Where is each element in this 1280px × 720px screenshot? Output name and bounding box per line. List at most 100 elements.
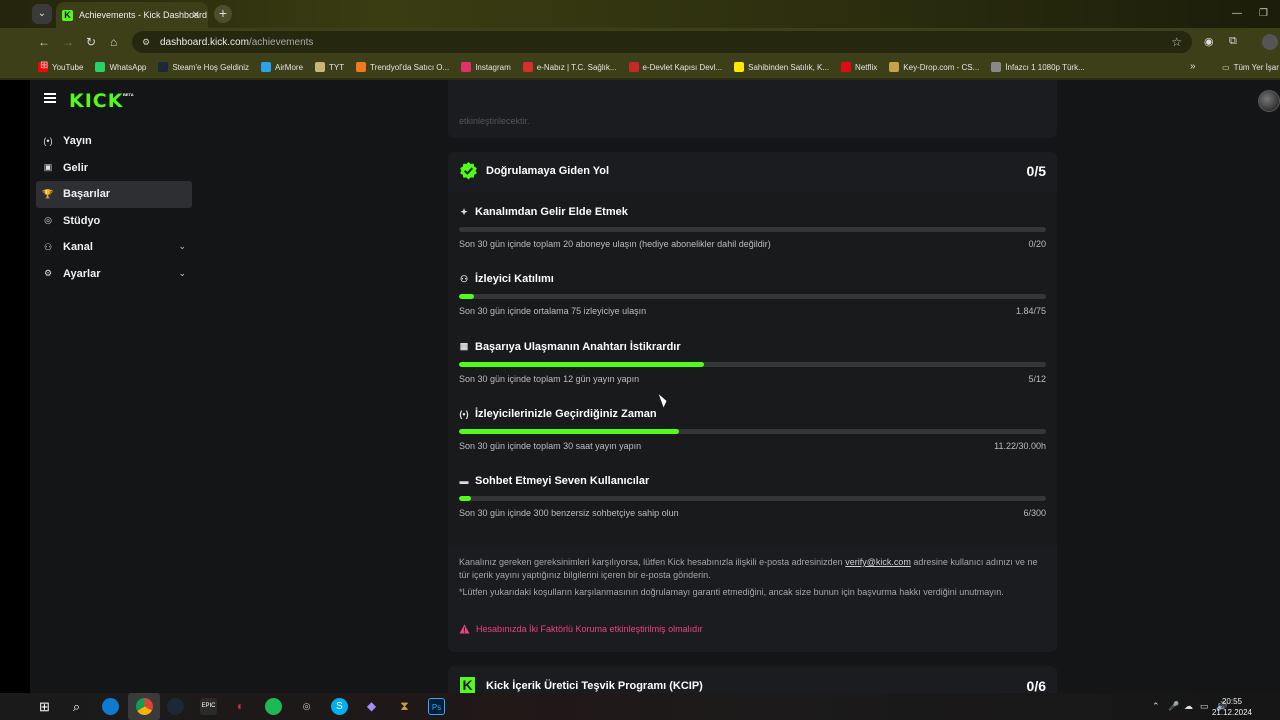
- bookmark-item[interactable]: Key-Drop.com - CS...: [889, 62, 979, 72]
- close-tab-icon[interactable]: ✕: [192, 10, 200, 21]
- requirement-title: ▬ Sohbet Etmeyi Seven Kullanıcılar: [459, 475, 650, 488]
- requirement-item: ▦ Başarıya Ulaşmanın Anahtarı İstikrardır…: [459, 341, 1046, 391]
- studio-icon: ◎: [44, 215, 52, 226]
- bookmark-item[interactable]: TYT: [315, 62, 344, 72]
- bookmark-label: Instagram: [475, 62, 511, 72]
- warning-text: Hesabınızda İki Faktörlü Koruma etkinleş…: [476, 624, 703, 634]
- requirement-value: 11.22/30.00h: [994, 440, 1046, 451]
- sidebar: (•) Yayın ▣ Gelir 🏆 Başarılar ◎ Stüdyo ⚇ Kanal ⌄ ⚙ A…: [36, 128, 192, 287]
- bookmark-favicon-icon: [889, 62, 900, 72]
- league-icon[interactable]: ⧗: [396, 698, 413, 715]
- spotify-icon[interactable]: [265, 698, 282, 715]
- minimize-icon[interactable]: —: [1232, 8, 1242, 19]
- bookmark-label: Trendyol'da Satıcı O...: [370, 62, 450, 72]
- other-bookmarks[interactable]: ▭ Tüm Yer İşar: [1222, 56, 1279, 78]
- kick-logo[interactable]: KICK: [69, 90, 123, 112]
- requirement-title-text: İzleyicilerinizle Geçirdiğiniz Zaman: [475, 407, 657, 420]
- sidebar-item-1[interactable]: (•) Yayın: [36, 128, 192, 155]
- sidebar-item-label: Yayın: [63, 135, 92, 148]
- requirement-value: 5/12: [1028, 373, 1046, 384]
- search-icon[interactable]: ⌕: [68, 698, 85, 715]
- disclaimer: *Lütfen yukarıdaki koşulların karşılanma…: [459, 587, 1004, 597]
- verified-badge-icon: [460, 161, 477, 180]
- toolbar: ← → ↻ ⌂ ⚙ dashboard.kick.com/achievement…: [0, 28, 1280, 56]
- bookmark-item[interactable]: WhatsApp: [95, 62, 146, 72]
- epic-games-icon[interactable]: EPIC: [200, 698, 217, 715]
- app-target-icon[interactable]: ◎: [298, 698, 315, 715]
- profile-icon[interactable]: [1262, 34, 1278, 50]
- chevron-down-icon[interactable]: ⌄: [178, 241, 186, 252]
- windows-start-icon[interactable]: ⊞: [36, 698, 53, 715]
- requirement-value: 0/20: [1028, 239, 1046, 249]
- menu-icon[interactable]: [44, 93, 56, 103]
- bookmark-item[interactable]: Trendyol'da Satıcı O...: [356, 62, 449, 72]
- two-factor-warning[interactable]: Hesabınızda İki Faktörlü Koruma etkinleş…: [459, 624, 703, 634]
- bookmark-item[interactable]: Netflix: [841, 62, 877, 72]
- requirement-title-text: Sohbet Etmeyi Seven Kullanıcılar: [475, 475, 650, 488]
- previous-card-text: etkinleştirilecektir.: [459, 116, 530, 126]
- microphone-icon[interactable]: 🎤: [1168, 701, 1179, 712]
- bookmark-favicon-icon: [522, 62, 533, 72]
- bookmark-favicon-icon: [734, 62, 745, 72]
- sidebar-item-5[interactable]: ⚇ Kanal ⌄: [36, 234, 192, 261]
- verification-title: Doğrulamaya Giden Yol: [486, 165, 610, 177]
- tab-search-button[interactable]: ⌄: [32, 4, 52, 24]
- info-text-pre: Kanalınız gereken gereksinimleri karşılı…: [459, 557, 843, 567]
- bookmarks-overflow-icon[interactable]: »: [1190, 61, 1196, 72]
- chrome-icon[interactable]: [136, 698, 153, 715]
- sidebar-item-4[interactable]: ◎ Stüdyo: [36, 208, 192, 235]
- tab-achievements[interactable]: K Achievements - Kick Dashboard ✕: [56, 2, 208, 28]
- requirement-icon: (•): [459, 408, 469, 419]
- url-host: dashboard.kick.com: [160, 36, 249, 48]
- edge-icon[interactable]: [102, 698, 119, 715]
- home-icon[interactable]: ⌂: [110, 35, 117, 49]
- network-icon[interactable]: ▭: [1200, 701, 1209, 712]
- kick-k-icon: K: [460, 677, 475, 693]
- new-tab-button[interactable]: +: [214, 5, 232, 23]
- progress-track: [459, 227, 1046, 232]
- bookmarks-bar: YouTube WhatsApp Steam'e Hoş Geldiniz AirMo…: [0, 56, 1280, 78]
- forward-icon[interactable]: →: [62, 35, 74, 49]
- tray-app-icon[interactable]: ☁: [1184, 701, 1193, 712]
- address-bar[interactable]: ⚙ dashboard.kick.com/achievements ☆: [132, 31, 1192, 53]
- bookmark-item[interactable]: e-Devlet Kapısı Devl...: [628, 62, 723, 72]
- requirement-title-text: Kanalımdan Gelir Elde Etmek: [475, 206, 628, 218]
- extension-icon[interactable]: ◉: [1204, 35, 1214, 48]
- bookmark-item[interactable]: Sahibinden Satılık, K...: [734, 62, 829, 72]
- sidebar-item-3[interactable]: 🏆 Başarılar: [36, 181, 192, 208]
- requirement-value: 1.84/75: [1015, 306, 1046, 317]
- game-controller-icon[interactable]: ◆: [363, 698, 380, 715]
- back-icon[interactable]: ←: [38, 35, 50, 49]
- bookmark-star-icon[interactable]: ☆: [1171, 35, 1182, 49]
- extensions-puzzle-icon[interactable]: ⧉: [1229, 35, 1237, 48]
- skype-icon[interactable]: S: [331, 698, 348, 715]
- bookmark-label: e-Devlet Kapısı Devl...: [642, 62, 723, 72]
- sidebar-item-2[interactable]: ▣ Gelir: [36, 155, 192, 182]
- photoshop-icon[interactable]: Ps: [428, 698, 445, 715]
- bookmark-label: e-Nabız | T.C. Sağlık...: [536, 62, 617, 72]
- tray-chevron-icon[interactable]: ⌃: [1152, 701, 1160, 712]
- apps-grid-icon[interactable]: ⊞: [40, 60, 48, 71]
- beta-label: BETA: [123, 92, 134, 97]
- sidebar-item-6[interactable]: ⚙ Ayarlar ⌄: [36, 261, 192, 288]
- maximize-icon[interactable]: ❐: [1259, 8, 1268, 19]
- steam-icon[interactable]: [167, 698, 184, 715]
- system-clock[interactable]: 20:55 21.12.2024: [1212, 696, 1252, 718]
- tab-title: Achievements - Kick Dashboard: [79, 10, 208, 20]
- requirement-item: ✦ Kanalımdan Gelir Elde Etmek Son 30 gün i…: [459, 206, 1046, 256]
- bookmark-label: AirMore: [275, 62, 304, 72]
- verify-email-link[interactable]: verify@kick.com: [845, 557, 911, 567]
- bookmark-favicon-icon: [991, 62, 1002, 72]
- bookmark-item[interactable]: e-Nabız | T.C. Sağlık...: [522, 62, 617, 72]
- bookmark-item[interactable]: İnfazcı 1 1080p Türk...: [991, 62, 1085, 72]
- requirement-item: (•) İzleyicilerinizle Geçirdiğiniz Zaman S…: [459, 408, 1046, 458]
- bookmark-item[interactable]: Steam'e Hoş Geldiniz: [158, 62, 249, 72]
- verification-info: Kanalınız gereken gereksinimleri karşılı…: [459, 556, 1049, 603]
- chevron-down-icon[interactable]: ⌄: [178, 268, 186, 279]
- bookmark-item[interactable]: Instagram: [461, 62, 511, 72]
- reload-icon[interactable]: ↻: [86, 35, 96, 49]
- user-avatar[interactable]: [1258, 90, 1280, 112]
- bookmark-item[interactable]: AirMore: [261, 62, 303, 72]
- app-red-icon[interactable]: ◐: [232, 698, 249, 715]
- site-info-icon[interactable]: ⚙: [142, 37, 152, 47]
